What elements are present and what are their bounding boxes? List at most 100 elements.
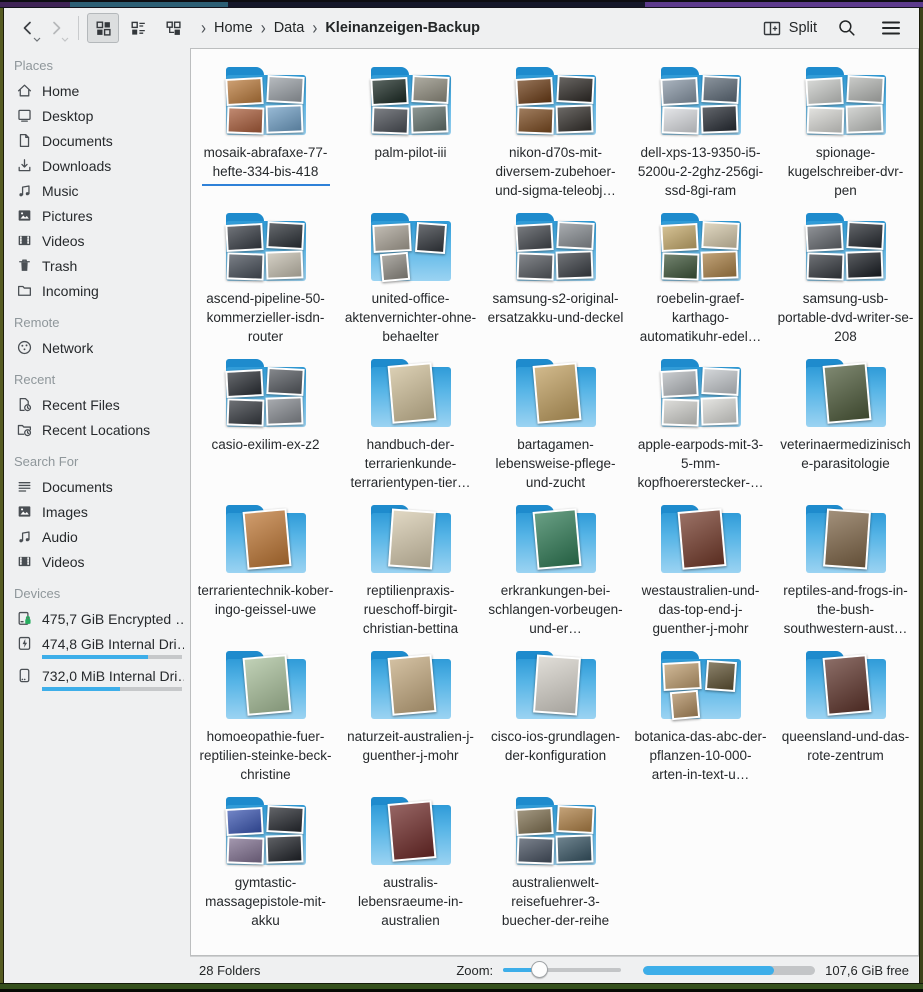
icons-view-button[interactable] [87, 13, 119, 43]
sidebar-item-incoming[interactable]: Incoming [4, 278, 190, 303]
places-panel: PlacesHomeDesktopDocumentsDownloadsMusic… [4, 48, 190, 983]
back-button[interactable] [14, 13, 42, 43]
folder-item-dell-xps-13-9350-i5-5200u-2-2ghz-256gi-ssd-8gi-ram[interactable]: dell-xps-13-9350-i5-5200u-2-2ghz-256gi-s… [628, 65, 773, 211]
sidebar-item-474-8-gib-internal-dri[interactable]: 474,8 GiB Internal Dri… [4, 631, 190, 663]
folder-item-ascend-pipeline-50-kommerzieller-isdn-router[interactable]: ascend-pipeline-50-kommerzieller-isdn-ro… [193, 211, 338, 357]
folder-clock-icon [16, 421, 33, 438]
sidebar-item-trash[interactable]: Trash [4, 253, 190, 278]
photo-thumbnail [845, 104, 883, 133]
breadcrumb-item-home[interactable]: Home [214, 20, 253, 36]
photo-thumbnail [266, 221, 304, 250]
folder-item-naturzeit-australien-j-guenther-j-mohr[interactable]: naturzeit-australien-j-guenther-j-mohr [338, 649, 483, 795]
folder-item-nikon-d70s-mit-diversem-zubehoer-und-sigma-teleobj[interactable]: nikon-d70s-mit-diversem-zubehoer-und-sig… [483, 65, 628, 211]
photo-thumbnail [704, 660, 736, 692]
sidebar-item-732-0-mib-internal-dri[interactable]: 732,0 MiB Internal Dri… [4, 663, 190, 695]
status-bar: 28 Folders Zoom: 107,6 GiB free [190, 956, 919, 983]
sidebar-item-label: Images [42, 504, 88, 520]
details-view-button[interactable] [122, 13, 154, 43]
sidebar-item-recent-files[interactable]: Recent Files [4, 392, 190, 417]
folder-icon [800, 65, 892, 139]
folder-item-terrarientechnik-kober-ingo-geissel-uwe[interactable]: terrarientechnik-kober-ingo-geissel-uwe [193, 503, 338, 649]
forward-dropdown-caret-icon [61, 37, 69, 42]
zoom-slider[interactable] [503, 961, 621, 979]
folder-icon [800, 357, 892, 431]
folder-icon [365, 795, 457, 869]
folder-item-australienwelt-reisefuehrer-3-buecher-der-reihe[interactable]: australienwelt-reisefuehrer-3-buecher-de… [483, 795, 628, 941]
folder-item-spionage-kugelschreiber-dvr-pen[interactable]: spionage-kugelschreiber-dvr-pen [773, 65, 918, 211]
sidebar-item-home[interactable]: Home [4, 78, 190, 103]
sidebar-item-desktop[interactable]: Desktop [4, 103, 190, 128]
photo-thumbnail [700, 104, 738, 133]
sidebar-item-videos[interactable]: Videos [4, 228, 190, 253]
folder-item-reptilienpraxis-rueschoff-birgit-christian-bettina[interactable]: reptilienpraxis-rueschoff-birgit-christi… [338, 503, 483, 649]
folder-item-gymtastic-massagepistole-mit-akku[interactable]: gymtastic-massagepistole-mit-akku [193, 795, 338, 941]
sidebar-item-recent-locations[interactable]: Recent Locations [4, 417, 190, 442]
folder-icon [510, 503, 602, 577]
breadcrumb-item-kleinanzeigen-backup[interactable]: Kleinanzeigen-Backup [325, 20, 480, 36]
split-button[interactable]: Split [763, 20, 817, 37]
sidebar-item-videos[interactable]: Videos [4, 549, 190, 574]
sidebar-item-network[interactable]: Network [4, 335, 190, 360]
photo-thumbnail [242, 654, 291, 716]
sidebar-item-label: Recent Files [42, 397, 120, 413]
folder-icon [365, 503, 457, 577]
sidebar-item-label: Documents [42, 479, 113, 495]
folder-item-queensland-und-das-rote-zentrum[interactable]: queensland-und-das-rote-zentrum [773, 649, 918, 795]
device-usage-fill [42, 687, 120, 691]
sidebar-item-images[interactable]: Images [4, 499, 190, 524]
folder-item-samsung-usb-portable-dvd-writer-se-208[interactable]: samsung-usb-portable-dvd-writer-se-208 [773, 211, 918, 357]
forward-button[interactable] [42, 13, 70, 43]
menu-button[interactable] [877, 14, 905, 42]
folder-item-erkrankungen-bei-schlangen-vorbeugen-und-er[interactable]: erkrankungen-bei-schlangen-vorbeugen-und… [483, 503, 628, 649]
photo-thumbnail [806, 106, 844, 134]
folder-item-samsung-s2-original-ersatzakku-und-deckel[interactable]: samsung-s2-original-ersatzakku-und-decke… [483, 211, 628, 357]
folder-item-bartagamen-lebensweise-pflege-und-zucht[interactable]: bartagamen-lebensweise-pflege-und-zucht [483, 357, 628, 503]
folder-item-united-office-aktenvernichter-ohne-behaelter[interactable]: united-office-aktenvernichter-ohne-behae… [338, 211, 483, 357]
sidebar-item-documents[interactable]: Documents [4, 128, 190, 153]
sidebar-item-pictures[interactable]: Pictures [4, 203, 190, 228]
sidebar-item-documents[interactable]: Documents [4, 474, 190, 499]
sidebar-item-label: Downloads [42, 158, 111, 174]
zoom-slider-handle[interactable] [531, 961, 548, 978]
folder-item-westaustralien-und-das-top-end-j-guenther-j-mohr[interactable]: westaustralien-und-das-top-end-j-guenthe… [628, 503, 773, 649]
folder-label: cisco-ios-grundlagen-der-konfiguration [488, 727, 624, 765]
search-button[interactable] [833, 14, 861, 42]
section-title-devices: Devices [14, 586, 190, 601]
folder-item-reptiles-and-frogs-in-the-bush-southwestern-aust[interactable]: reptiles-and-frogs-in-the-bush-southwest… [773, 503, 918, 649]
sidebar-item-downloads[interactable]: Downloads [4, 153, 190, 178]
folder-item-homoeopathie-fuer-reptilien-steinke-beck-christine[interactable]: homoeopathie-fuer-reptilien-steinke-beck… [193, 649, 338, 795]
sidebar-item-475-7-gib-encrypted[interactable]: 475,7 GiB Encrypted … [4, 606, 190, 631]
folder-item-veterinaermedizinische-parasitologie[interactable]: veterinaermedizinische-parasitologie [773, 357, 918, 503]
sidebar-item-audio[interactable]: Audio [4, 524, 190, 549]
folder-label: gymtastic-massagepistole-mit-akku [198, 873, 334, 930]
photo-thumbnail [661, 398, 699, 426]
folder-item-roebelin-graef-karthago-automatikuhr-edel[interactable]: roebelin-graef-karthago-automatikuhr-ede… [628, 211, 773, 357]
search-icon [837, 18, 857, 38]
folder-item-apple-earpods-mit-3-5-mm-kopfhoererstecker[interactable]: apple-earpods-mit-3-5-mm-kopfhoerersteck… [628, 357, 773, 503]
photo-thumbnail [226, 398, 264, 426]
folder-item-casio-exilim-ex-z2[interactable]: casio-exilim-ex-z2 [193, 357, 338, 503]
window-border-right [919, 8, 923, 983]
folder-item-palm-pilot-iii[interactable]: palm-pilot-iii [338, 65, 483, 211]
sidebar-item-label: Documents [42, 133, 113, 149]
sidebar-item-label: 732,0 MiB Internal Dri… [42, 668, 184, 684]
folder-item-mosaik-abrafaxe-77-hefte-334-bis-418[interactable]: mosaik-abrafaxe-77-hefte-334-bis-418 [193, 65, 338, 211]
photo-thumbnail [226, 836, 264, 864]
tree-view-button[interactable] [157, 13, 189, 43]
folder-item-handbuch-der-terrarienkunde-terrarientypen-tier[interactable]: handbuch-der-terrarienkunde-terrarientyp… [338, 357, 483, 503]
folder-icon [220, 357, 312, 431]
split-button-label: Split [789, 20, 817, 36]
sidebar-item-music[interactable]: Music [4, 178, 190, 203]
photo-thumbnail [265, 834, 303, 863]
breadcrumb-item-data[interactable]: Data [274, 20, 305, 36]
sidebar-sections: PlacesHomeDesktopDocumentsDownloadsMusic… [4, 58, 190, 695]
photo-thumbnail [660, 223, 698, 252]
folder-item-cisco-ios-grundlagen-der-konfiguration[interactable]: cisco-ios-grundlagen-der-konfiguration [483, 649, 628, 795]
file-clock-icon [16, 396, 33, 413]
photo-thumbnail [822, 362, 871, 424]
desktop-top-edge [0, 0, 923, 8]
folder-item-australis-lebensraeume-in-australien[interactable]: australis-lebensraeume-in-australien [338, 795, 483, 941]
folder-item-botanica-das-abc-der-pflanzen-10-000-arten-in-text-u[interactable]: botanica-das-abc-der-pflanzen-10-000-art… [628, 649, 773, 795]
photo-thumbnail [265, 396, 303, 425]
folder-icon [800, 503, 892, 577]
